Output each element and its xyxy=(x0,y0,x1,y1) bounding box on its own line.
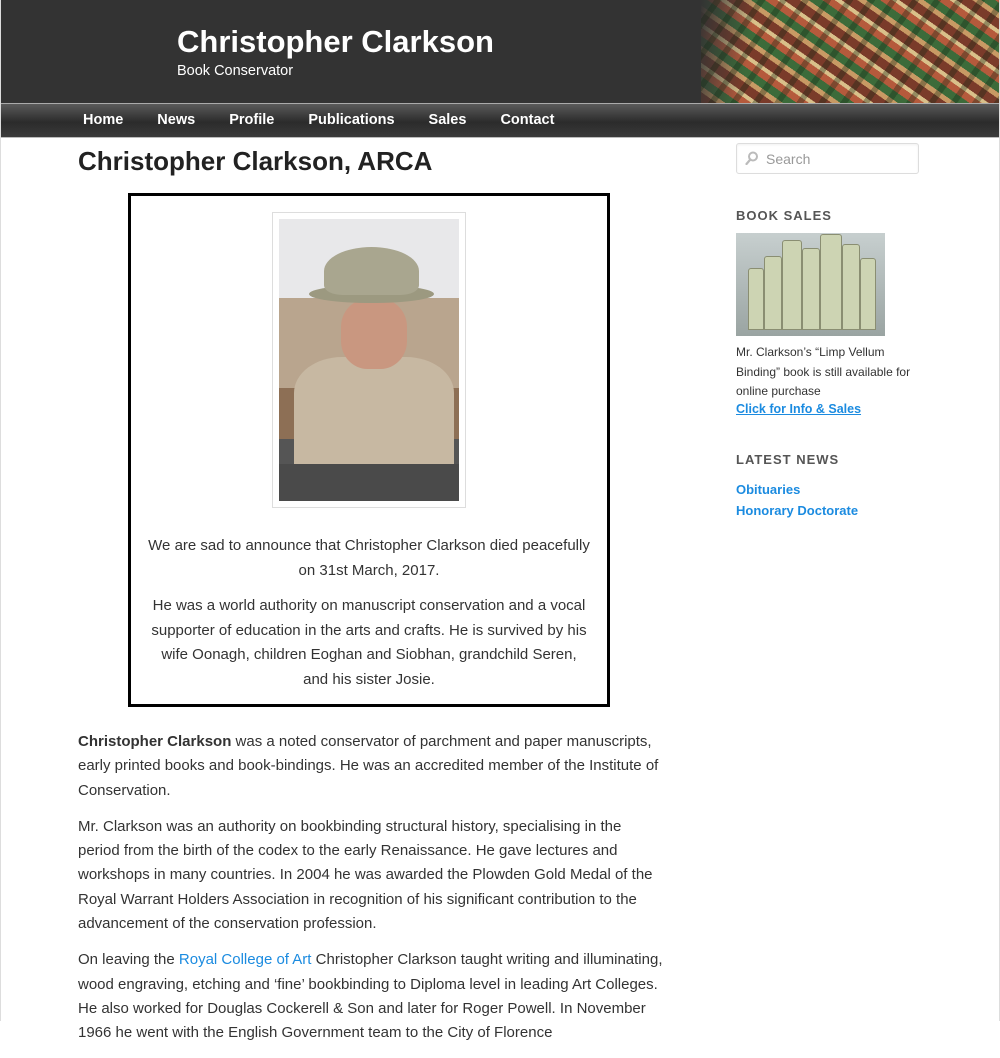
book-sales-text: Mr. Clarkson’s “Limp Vellum Binding” boo… xyxy=(736,345,911,398)
bio-paragraph-3-before: On leaving the xyxy=(78,951,179,969)
main-navigation: Home News Profile Publications Sales Con… xyxy=(1,104,999,138)
bio-paragraph-2: Mr. Clarkson was an authority on bookbin… xyxy=(78,817,653,933)
book-sales-title: BOOK SALES xyxy=(736,208,832,223)
royal-college-link[interactable]: Royal College of Art xyxy=(179,951,312,968)
header-banner-image xyxy=(701,0,999,103)
book-sales-image[interactable] xyxy=(736,233,885,336)
nav-item-contact[interactable]: Contact xyxy=(483,104,571,137)
search-placeholder: Search xyxy=(766,151,811,167)
nav-item-publications[interactable]: Publications xyxy=(291,104,411,137)
nav-item-home[interactable]: Home xyxy=(66,104,140,137)
latest-news-widget: LATEST NEWS Obituaries Honorary Doctorat… xyxy=(736,452,921,521)
news-item-obituaries[interactable]: Obituaries xyxy=(736,479,921,500)
portrait-frame xyxy=(272,212,466,508)
portrait-photo[interactable] xyxy=(279,219,459,501)
biography: Christopher Clarkson was a noted conserv… xyxy=(78,730,663,1046)
page: Christopher Clarkson Book Conservator Ho… xyxy=(0,0,1000,1041)
nav-item-profile[interactable]: Profile xyxy=(212,104,291,137)
notice-paragraph-1: We are sad to announce that Christopher … xyxy=(148,537,590,579)
book-sales-link[interactable]: Click for Info & Sales xyxy=(736,402,921,416)
site-title[interactable]: Christopher Clarkson xyxy=(177,24,494,60)
latest-news-list: Obituaries Honorary Doctorate xyxy=(736,479,921,521)
sidebar: Search BOOK SALES Mr. Clarkson’s “Limp V… xyxy=(736,143,921,521)
notice-paragraph-2: He was a world authority on manuscript c… xyxy=(151,597,587,688)
main-content: Christopher Clarkson, ARCA We are sad to… xyxy=(78,146,663,1058)
site-tagline: Book Conservator xyxy=(177,63,294,79)
news-item-honorary-doctorate[interactable]: Honorary Doctorate xyxy=(736,500,921,521)
book-sales-widget: BOOK SALES Mr. Clarkson’s “Limp Vellum B… xyxy=(736,208,921,416)
memorial-notice: We are sad to announce that Christopher … xyxy=(128,193,610,707)
nav-item-sales[interactable]: Sales xyxy=(412,104,484,137)
search-icon xyxy=(745,151,758,165)
nav-item-news[interactable]: News xyxy=(140,104,212,137)
search-input[interactable]: Search xyxy=(736,143,919,174)
page-title: Christopher Clarkson, ARCA xyxy=(78,146,433,176)
site-header: Christopher Clarkson Book Conservator xyxy=(1,0,999,104)
bio-paragraph-3: On leaving the Royal College of Art Chri… xyxy=(78,948,663,1045)
bio-name: Christopher Clarkson xyxy=(78,733,232,750)
bio-paragraph-1: Christopher Clarkson was a noted conserv… xyxy=(78,730,663,803)
latest-news-title: LATEST NEWS xyxy=(736,451,840,467)
